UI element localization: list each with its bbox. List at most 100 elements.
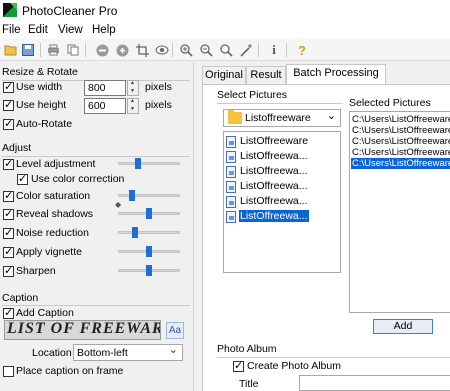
create-photo-album-label: Create Photo Album [247,360,341,372]
info-icon[interactable]: i [266,42,282,58]
copy-icon[interactable] [65,42,81,58]
level-adjustment-slider[interactable] [118,162,180,165]
apply-vignette-label: Apply vignette [16,246,82,258]
slider-thumb[interactable] [146,208,152,219]
selected-pictures-list[interactable]: C:\Users\ListOffreeware C:\Users\ListOff… [349,111,450,313]
list-item[interactable]: ListOffreewa... [226,150,308,165]
zoom-out-icon[interactable] [198,42,214,58]
app-logo-icon [3,3,17,17]
window-title: PhotoCleaner Pro [22,4,118,18]
menu-bar: File Edit View Help [0,22,450,39]
image-file-icon [226,211,236,223]
menu-edit[interactable]: Edit [28,24,48,36]
height-stepper[interactable] [127,98,139,114]
place-caption-on-frame-label: Place caption on frame [16,365,124,377]
save-icon[interactable] [20,42,36,58]
tab-batch-processing[interactable]: Batch Processing [286,64,386,85]
use-width-checkbox[interactable] [3,80,14,94]
noise-reduction-label: Noise reduction [16,227,89,239]
caption-section-title: Caption [2,292,39,304]
noise-reduction-checkbox[interactable] [3,226,14,240]
reveal-shadows-checkbox[interactable] [3,207,14,221]
zoom-in-icon[interactable] [178,42,194,58]
clear-icon[interactable] [94,42,110,58]
list-item[interactable]: C:\Users\ListOffreeware [351,147,450,158]
place-caption-on-frame-checkbox[interactable] [3,366,14,377]
auto-wand-icon[interactable] [238,42,254,58]
tab-original[interactable]: Original [202,66,246,85]
color-saturation-checkbox[interactable] [3,189,14,203]
use-height-checkbox[interactable] [3,98,14,112]
toolbar: i ? [0,39,450,61]
menu-file[interactable]: File [2,24,21,36]
list-item[interactable]: ListOffreewa... [226,195,308,210]
menu-view[interactable]: View [58,24,83,36]
color-saturation-slider[interactable] [118,194,180,197]
selected-pictures-title: Selected Pictures [349,97,431,109]
use-color-correction-checkbox[interactable] [17,172,28,186]
width-units: pixels [145,81,172,93]
list-item[interactable]: ListOffreewa... [226,165,308,180]
batch-processing-body: Select Pictures Listoffreeware ⌄ ListOff… [202,84,450,391]
list-item[interactable]: C:\Users\ListOffreeware [351,136,450,147]
slider-thumb[interactable] [135,158,141,169]
resize-section-title: Resize & Rotate [2,66,78,78]
apply-vignette-checkbox[interactable] [3,245,14,259]
photo-album-title: Photo Album [217,343,277,355]
revert-icon[interactable] [114,42,130,58]
select-pictures-title: Select Pictures [217,89,288,101]
list-item[interactable]: ListOffreeware [226,135,308,150]
add-button[interactable]: Add [373,319,433,334]
help-icon[interactable]: ? [294,42,310,58]
album-title-input[interactable] [299,375,450,391]
album-title-label: Title [239,378,259,390]
image-file-icon [226,181,236,193]
sharpen-label: Sharpen [16,265,56,277]
slider-thumb[interactable] [132,227,138,238]
noise-reduction-slider[interactable] [118,231,180,234]
auto-rotate-label: Auto-Rotate [16,118,73,130]
open-icon[interactable] [3,42,19,58]
auto-rotate-checkbox[interactable] [3,117,14,131]
list-item[interactable]: ListOffreewa... [226,180,308,195]
image-file-icon [226,151,236,163]
image-file-icon [226,166,236,178]
list-item[interactable]: C:\Users\ListOffreeware [351,158,450,169]
location-value: Bottom-left [77,347,128,359]
slider-thumb[interactable] [146,246,152,257]
height-input[interactable]: 600 [84,98,126,114]
adjust-section-title: Adjust [2,142,32,154]
folder-value: Listoffreeware [245,112,311,124]
list-item[interactable]: ListOffreewa... [226,210,309,225]
caption-font-button[interactable]: Aa [166,322,184,339]
settings-panel: Resize & Rotate Use width 800 pixels Use… [0,62,194,391]
crop-icon[interactable] [134,42,150,58]
level-adjustment-checkbox[interactable] [3,157,14,171]
width-stepper[interactable] [127,80,139,96]
slider-thumb[interactable] [129,190,135,201]
tab-result[interactable]: Result [246,66,286,85]
image-file-icon [226,136,236,148]
folder-select[interactable]: Listoffreeware ⌄ [223,109,341,127]
redeye-icon[interactable] [154,42,170,58]
create-photo-album-checkbox[interactable] [233,359,244,373]
sharpen-checkbox[interactable] [3,264,14,278]
use-color-correction-label: Use color correction [31,173,125,185]
workspace-panel: Original Result Batch Processing Select … [196,62,450,391]
list-item[interactable]: C:\Users\ListOffreeware [351,114,450,125]
list-item[interactable]: C:\Users\ListOffreeware [351,125,450,136]
add-caption-checkbox[interactable] [3,306,14,320]
menu-help[interactable]: Help [92,24,116,36]
image-file-icon [226,196,236,208]
location-label: Location [32,347,72,359]
width-input[interactable]: 800 [84,80,126,96]
magic-wand-icon[interactable] [218,42,234,58]
location-select[interactable]: Bottom-left [73,343,183,361]
slider-thumb[interactable] [146,265,152,276]
folder-icon [228,110,242,124]
print-icon[interactable] [45,42,61,58]
height-units: pixels [145,99,172,111]
file-list[interactable]: ListOffreeware ListOffreewa... ListOffre… [223,131,341,273]
add-caption-label: Add Caption [16,307,74,319]
reveal-shadows-label: Reveal shadows [16,208,94,220]
